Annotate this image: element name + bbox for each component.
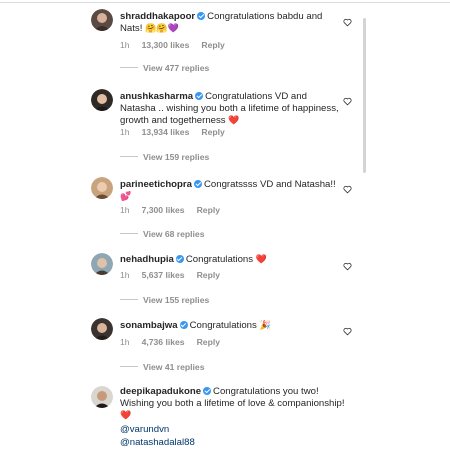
likes-count[interactable]: 4,736 likes	[142, 337, 185, 347]
avatar[interactable]	[91, 386, 113, 408]
comment-text: Congratulations	[189, 320, 257, 331]
replies-divider	[120, 156, 138, 157]
emoji: 💕	[120, 192, 132, 202]
emoji: ❤️	[255, 255, 267, 265]
heart-outline-icon[interactable]	[343, 18, 352, 27]
heart-outline-icon[interactable]	[343, 185, 352, 194]
comment-text: Congratssss VD and Natasha!!	[203, 179, 336, 190]
timestamp[interactable]: 1h	[120, 270, 130, 280]
heart-outline-icon[interactable]	[343, 97, 352, 106]
avatar[interactable]	[91, 89, 113, 111]
verified-badge-icon	[179, 321, 188, 329]
username[interactable]: parineetichopra	[120, 179, 192, 190]
comment-meta: 1h 5,637 likes Reply	[120, 270, 232, 280]
mention-link[interactable]: @natashadalal88	[120, 436, 350, 449]
timestamp[interactable]: 1h	[120, 205, 130, 215]
timestamp[interactable]: 1h	[120, 337, 130, 347]
emoji: 🎉	[259, 321, 271, 331]
comment-meta: 1h 4,736 likes Reply	[120, 337, 232, 347]
username[interactable]: shraddhakapoor	[120, 11, 195, 22]
comment-body: deepikapadukone Congratulations you two! …	[120, 386, 350, 422]
comment-body: sonambajwa Congratulations 🎉	[120, 320, 340, 332]
timestamp[interactable]: 1h	[120, 127, 130, 137]
heart-outline-icon[interactable]	[343, 327, 352, 336]
likes-count[interactable]: 13,300 likes	[142, 40, 190, 50]
avatar[interactable]	[91, 318, 113, 340]
heart-outline-icon[interactable]	[343, 262, 352, 271]
verified-badge-icon	[175, 255, 184, 263]
comment-body: shraddhakapoor Congratulations babdu and …	[120, 11, 340, 35]
reply-button[interactable]: Reply	[197, 337, 220, 347]
username[interactable]: nehadhupia	[120, 254, 174, 265]
avatar[interactable]	[91, 9, 113, 31]
verified-badge-icon	[197, 12, 206, 20]
verified-badge-icon	[203, 387, 212, 395]
reply-button[interactable]: Reply	[197, 205, 220, 215]
reply-button[interactable]: Reply	[197, 270, 220, 280]
view-replies-link[interactable]: View 155 replies	[120, 295, 209, 305]
reply-button[interactable]: Reply	[201, 40, 224, 50]
emoji: ❤️	[120, 411, 132, 421]
comment-meta: 1h 7,300 likes Reply	[120, 205, 232, 215]
comment-meta: 1h 13,934 likes Reply	[120, 127, 237, 137]
username[interactable]: sonambajwa	[120, 320, 178, 331]
replies-divider	[120, 366, 138, 367]
username[interactable]: deepikapadukone	[120, 386, 201, 397]
view-replies-link[interactable]: View 477 replies	[120, 63, 209, 73]
view-replies-link[interactable]: View 41 replies	[120, 362, 204, 372]
verified-badge-icon	[195, 92, 204, 100]
comment-body: anushkasharma Congratulations VD and Nata…	[120, 91, 340, 127]
comment-body: nehadhupia Congratulations ❤️	[120, 254, 340, 266]
scrollbar[interactable]	[363, 18, 366, 173]
view-replies-link[interactable]: View 159 replies	[120, 152, 209, 162]
likes-count[interactable]: 7,300 likes	[142, 205, 185, 215]
avatar[interactable]	[91, 177, 113, 199]
emoji: ❤️	[228, 116, 240, 126]
replies-divider	[120, 67, 138, 68]
likes-count[interactable]: 13,934 likes	[142, 127, 190, 137]
replies-divider	[120, 299, 138, 300]
likes-count[interactable]: 5,637 likes	[142, 270, 185, 280]
comment-body: parineetichopra Congratssss VD and Natash…	[120, 179, 340, 203]
comment-text: Congratulations	[185, 254, 254, 265]
username[interactable]: anushkasharma	[120, 91, 193, 102]
replies-divider	[120, 233, 138, 234]
view-replies-link[interactable]: View 68 replies	[120, 229, 204, 239]
top-divider	[0, 2, 450, 3]
reply-button[interactable]: Reply	[201, 127, 224, 137]
mention-link[interactable]: @varundvn	[120, 423, 350, 436]
timestamp[interactable]: 1h	[120, 40, 130, 50]
avatar[interactable]	[91, 253, 113, 275]
emoji: 🤗🤗💜	[145, 24, 179, 34]
mention-list: @varundvn @natashadalal88	[120, 423, 350, 449]
comment-meta: 1h 13,300 likes Reply	[120, 40, 237, 50]
verified-badge-icon	[193, 180, 202, 188]
